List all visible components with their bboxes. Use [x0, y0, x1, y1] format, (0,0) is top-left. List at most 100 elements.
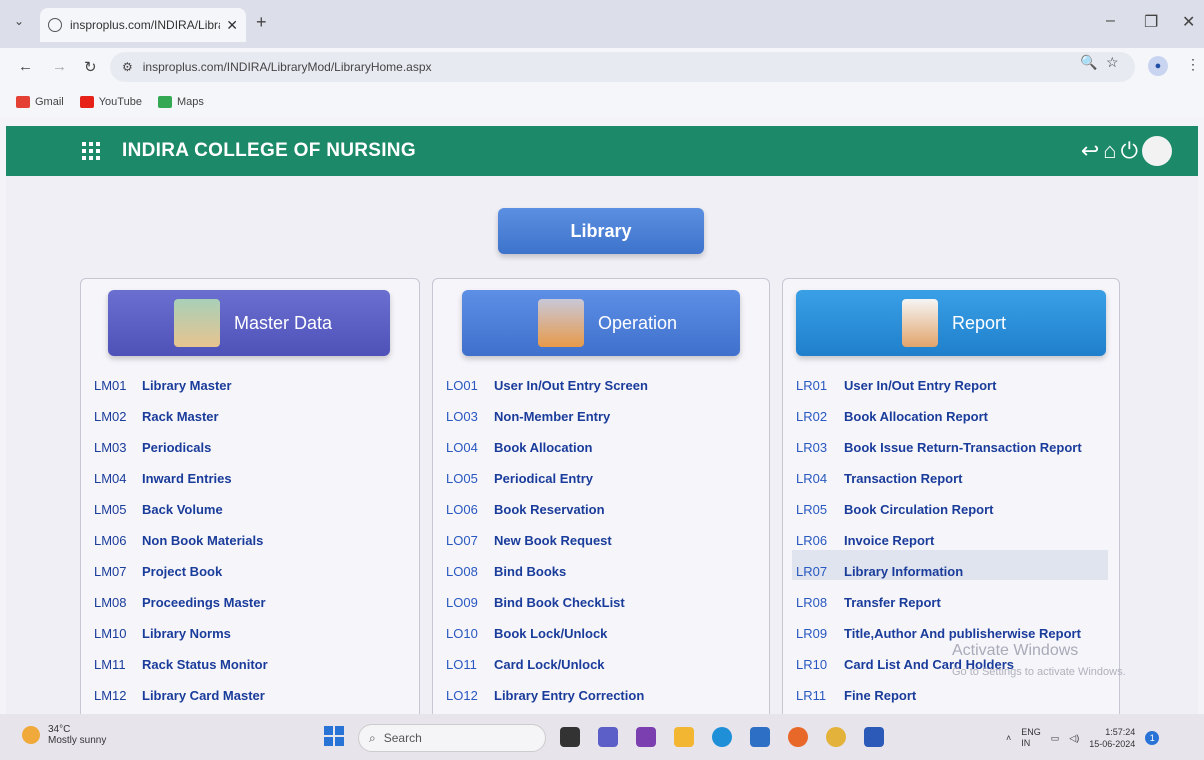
network-icon[interactable]: ▭	[1051, 733, 1060, 744]
menu-item-code: LO07	[446, 533, 478, 548]
site-settings-icon[interactable]: ⚙	[122, 60, 133, 74]
menu-item-code: LO09	[446, 595, 478, 610]
master-data-header[interactable]: Master Data	[108, 290, 390, 356]
menu-item-code: LM03	[94, 440, 127, 455]
clock[interactable]: 1:57:24 15-06-2024	[1089, 726, 1135, 750]
new-tab-icon[interactable]: +	[256, 12, 267, 33]
menu-item-lo04[interactable]: LO04 Book Allocation	[446, 432, 648, 463]
menu-item-lm05[interactable]: LM05 Back Volume	[94, 494, 268, 525]
youtube-icon	[79, 96, 94, 108]
notification-badge[interactable]: 1	[1145, 731, 1160, 745]
close-window-icon[interactable]: ✕	[1182, 12, 1195, 32]
menu-item-label: User In/Out Entry Screen	[494, 378, 648, 393]
menu-item-label: Rack Status Monitor	[142, 657, 268, 672]
edge-icon[interactable]	[712, 727, 732, 747]
menu-item-lm04[interactable]: LM04 Inward Entries	[94, 463, 268, 494]
menu-item-lo07[interactable]: LO07 New Book Request	[446, 525, 648, 556]
menu-item-lr06[interactable]: LR06 Invoice Report	[796, 525, 1082, 556]
menu-item-label: New Book Request	[494, 533, 612, 548]
menu-item-label: Project Book	[142, 564, 223, 579]
menu-item-code: LM01	[94, 378, 127, 393]
operation-header[interactable]: Operation	[462, 290, 740, 356]
store-icon[interactable]	[750, 727, 770, 747]
restore-icon[interactable]: ❐	[1144, 12, 1158, 32]
menu-item-code: LR09	[796, 626, 828, 641]
menu-item-lr04[interactable]: LR04 Transaction Report	[796, 463, 1082, 494]
firefox-icon[interactable]	[788, 727, 808, 747]
bookmark-gmail[interactable]: Gmail	[16, 96, 64, 108]
menu-item-lm02[interactable]: LM02 Rack Master	[94, 401, 268, 432]
reload-icon[interactable]: ↻	[84, 58, 97, 76]
zoom-icon[interactable]: 🔍	[1080, 54, 1097, 71]
volume-icon[interactable]: ◁)	[1069, 733, 1079, 744]
taskbar-search[interactable]: ⌕ Search	[358, 724, 546, 752]
address-bar[interactable]: ⚙ insproplus.com/INDIRA/LibraryMod/Libra…	[110, 52, 1135, 82]
menu-item-lr07[interactable]: LR07 Library Information	[796, 556, 1082, 587]
region: IN	[1021, 738, 1031, 748]
minimize-icon[interactable]: –	[1106, 12, 1115, 30]
menu-item-label: Library Master	[142, 378, 232, 393]
menu-item-lr02[interactable]: LR02 Book Allocation Report	[796, 401, 1082, 432]
menu-item-lo01[interactable]: LO01 User In/Out Entry Screen	[446, 370, 648, 401]
copilot-icon[interactable]	[636, 727, 656, 747]
back-arrow-icon[interactable]: ↩	[1081, 138, 1099, 164]
menu-item-lr11[interactable]: LR11 Fine Report	[796, 680, 1082, 711]
bookmark-youtube[interactable]: YouTube	[79, 96, 142, 108]
menu-item-lo06[interactable]: LO06 Book Reservation	[446, 494, 648, 525]
browser-tab[interactable]: insproplus.com/INDIRA/Librar ✕	[40, 8, 246, 42]
bookmark-maps[interactable]: Maps	[157, 96, 204, 108]
back-icon[interactable]: ←	[18, 58, 33, 75]
menu-item-lm03[interactable]: LM03 Periodicals	[94, 432, 268, 463]
close-tab-icon[interactable]: ✕	[226, 17, 238, 34]
power-icon[interactable]: ⏻	[1121, 138, 1138, 164]
site-icon	[48, 18, 62, 32]
menu-item-lr03[interactable]: LR03 Book Issue Return-Transaction Report	[796, 432, 1082, 463]
menu-item-lo08[interactable]: LO08 Bind Books	[446, 556, 648, 587]
start-icon[interactable]	[324, 726, 344, 746]
menu-item-lr05[interactable]: LR05 Book Circulation Report	[796, 494, 1082, 525]
menu-item-lm06[interactable]: LM06 Non Book Materials	[94, 525, 268, 556]
apps-grid-icon[interactable]	[82, 142, 100, 160]
home-icon[interactable]: ⌂	[1103, 138, 1116, 164]
task-view-icon[interactable]	[560, 727, 580, 747]
teams-icon[interactable]	[598, 727, 618, 747]
file-explorer-icon[interactable]	[674, 727, 694, 747]
menu-item-lm01[interactable]: LM01 Library Master	[94, 370, 268, 401]
user-avatar[interactable]	[1142, 136, 1172, 166]
menu-item-lo11[interactable]: LO11 Card Lock/Unlock	[446, 649, 648, 680]
menu-item-label: Book Reservation	[494, 502, 605, 517]
menu-item-code: LO11	[446, 657, 477, 672]
word-icon[interactable]	[864, 727, 884, 747]
chrome-icon[interactable]	[826, 727, 846, 747]
menu-item-label: Back Volume	[142, 502, 223, 517]
menu-item-code: LO05	[446, 471, 478, 486]
menu-item-code: LR05	[796, 502, 828, 517]
menu-item-lo10[interactable]: LO10 Book Lock/Unlock	[446, 618, 648, 649]
url-text: insproplus.com/INDIRA/LibraryMod/Library…	[142, 60, 432, 74]
profile-avatar[interactable]: ●	[1148, 56, 1168, 76]
menu-item-lm07[interactable]: LM07 Project Book	[94, 556, 268, 587]
menu-item-lo09[interactable]: LO09 Bind Book CheckList	[446, 587, 648, 618]
menu-item-lm10[interactable]: LM10 Library Norms	[94, 618, 268, 649]
report-header[interactable]: Report	[796, 290, 1106, 356]
menu-item-lm12[interactable]: LM12 Library Card Master	[94, 680, 268, 711]
forward-icon[interactable]: →	[52, 58, 67, 75]
weather-widget[interactable]: 34°C Mostly sunny	[22, 724, 106, 746]
menu-item-code: LM07	[94, 564, 127, 579]
menu-item-lo12[interactable]: LO12 Library Entry Correction	[446, 680, 648, 711]
menu-item-code: LM02	[94, 409, 127, 424]
menu-item-lo03[interactable]: LO03 Non-Member Entry	[446, 401, 648, 432]
library-module-button[interactable]: Library	[498, 208, 704, 254]
language[interactable]: ENG	[1021, 727, 1041, 738]
chevron-up-icon[interactable]: ˄	[1006, 733, 1011, 743]
menu-item-lm11[interactable]: LM11 Rack Status Monitor	[94, 649, 268, 680]
menu-item-lo05[interactable]: LO05 Periodical Entry	[446, 463, 648, 494]
menu-item-lm08[interactable]: LM08 Proceedings Master	[94, 587, 268, 618]
menu-item-label: Library Card Master	[142, 688, 265, 703]
menu-item-lr08[interactable]: LR08 Transfer Report	[796, 587, 1082, 618]
menu-item-lr01[interactable]: LR01 User In/Out Entry Report	[796, 370, 1082, 401]
menu-kebab-icon[interactable]: ⋮	[1186, 56, 1200, 73]
tab-search-icon[interactable]: ⌄	[14, 14, 24, 28]
tab-title: insproplus.com/INDIRA/Librar	[70, 18, 221, 32]
bookmark-star-icon[interactable]: ☆	[1106, 54, 1119, 71]
